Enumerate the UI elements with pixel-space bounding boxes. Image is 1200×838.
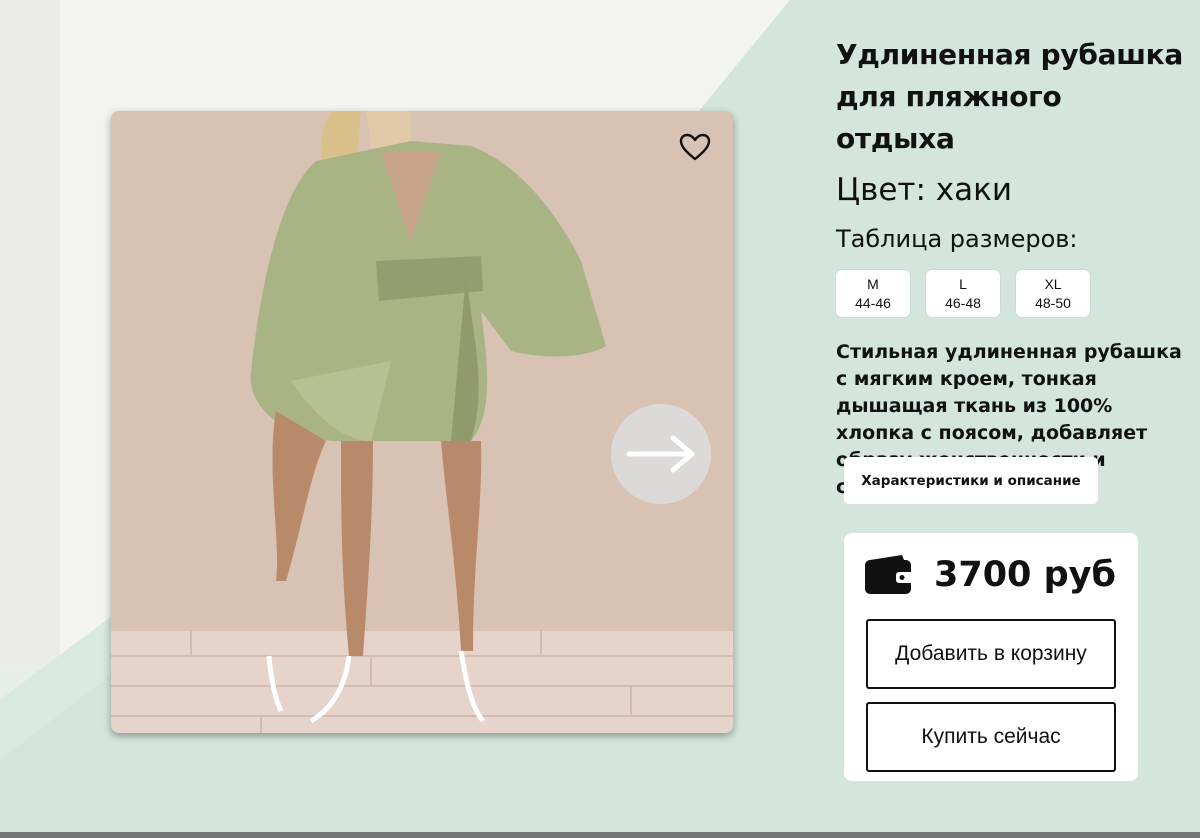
bottom-divider (0, 832, 1200, 838)
purchase-panel: 3700 руб Добавить в корзину Купить сейча… (844, 533, 1138, 781)
heart-icon (679, 133, 711, 161)
size-range: 46-48 (945, 294, 981, 311)
arrow-right-icon (626, 435, 695, 473)
size-name: XL (1044, 275, 1062, 292)
size-option-l[interactable]: L 46-48 (926, 270, 1000, 317)
specs-button[interactable]: Характеристики и описание (844, 457, 1098, 504)
size-name: M (867, 275, 879, 292)
size-range: 48-50 (1035, 294, 1071, 311)
add-to-cart-button[interactable]: Добавить в корзину (866, 619, 1116, 689)
size-table-label: Таблица размеров: (836, 225, 1078, 253)
product-color: Цвет: хаки (836, 172, 1012, 208)
product-title-line2: для пляжного отдыха (836, 80, 1062, 155)
size-options: M 44-46 L 46-48 XL 48-50 (836, 270, 1186, 317)
wallet-icon (865, 555, 914, 594)
size-name: L (959, 275, 967, 292)
buy-now-button[interactable]: Купить сейчас (866, 702, 1116, 772)
product-title-line1: Удлиненная рубашка (836, 38, 1183, 71)
next-image-button[interactable] (611, 404, 711, 504)
product-title: Удлиненная рубашка для пляжного отдыха (836, 34, 1186, 160)
size-option-xl[interactable]: XL 48-50 (1016, 270, 1090, 317)
price-row: 3700 руб (864, 553, 1116, 597)
product-price: 3700 руб (934, 555, 1116, 595)
size-range: 44-46 (855, 294, 891, 311)
product-photo (111, 111, 733, 733)
product-info: Удлиненная рубашка для пляжного отдыха Ц… (836, 34, 1186, 501)
size-option-m[interactable]: M 44-46 (836, 270, 910, 317)
favorite-button[interactable] (677, 129, 713, 165)
